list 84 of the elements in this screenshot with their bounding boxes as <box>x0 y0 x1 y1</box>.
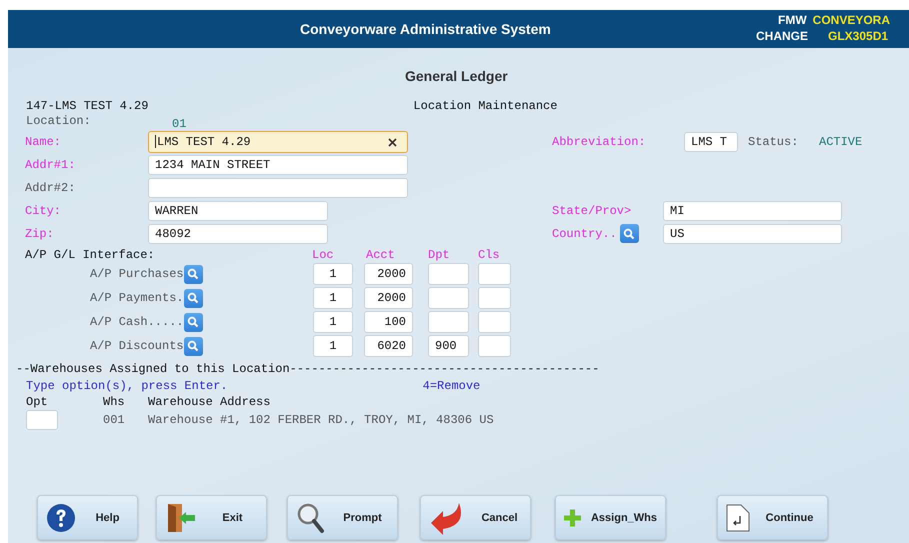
input-field[interactable] <box>478 263 511 285</box>
exit-button[interactable]: Exit <box>156 495 267 540</box>
cancel-button[interactable]: Cancel <box>420 495 531 540</box>
column-header: Acct <box>366 248 395 262</box>
screen-name: Location Maintenance <box>413 99 558 114</box>
input-field[interactable]: 900 <box>428 335 469 357</box>
account-label: A/P Cash..... <box>90 315 184 329</box>
option-field[interactable] <box>26 410 58 430</box>
section-label: A/P G/L Interface: <box>25 248 156 262</box>
column-header: Warehouse Address <box>148 395 270 409</box>
input-field[interactable]: 100 <box>364 311 413 333</box>
account-label: A/P Purchases <box>90 267 184 281</box>
table-cell: Warehouse #1, 102 FERBER RD., TROY, MI, 48306 US <box>148 413 494 427</box>
field-label: Country.. <box>552 226 617 240</box>
search-button[interactable] <box>620 224 639 243</box>
input-field[interactable]: 1 <box>313 311 353 333</box>
field-label: Zip: <box>25 226 55 240</box>
plus-icon <box>564 508 581 528</box>
field-label: Addr#1: <box>25 158 76 172</box>
add-button[interactable]: Assign_Whs <box>555 495 666 540</box>
input-field[interactable] <box>428 311 469 333</box>
search-icon <box>187 268 200 280</box>
search-icon <box>187 340 200 352</box>
input-field[interactable]: 1 <box>313 287 353 309</box>
field-label: Name: <box>25 134 62 148</box>
column-header: Dpt <box>428 248 450 262</box>
input-field[interactable]: 1 <box>313 263 353 285</box>
company-name: 147-LMS TEST 4.29 <box>26 99 148 114</box>
column-header: Whs <box>103 395 126 409</box>
section-heading: --Warehouses Assigned to this Location------------------------------------------- <box>16 362 600 377</box>
location-value: 01 <box>172 117 186 130</box>
input-field[interactable]: LMS TEST 4.29 <box>148 130 408 152</box>
magnifier-icon <box>296 502 326 534</box>
instruction-text: Type option(s), press Enter. <box>26 378 228 392</box>
input-field[interactable]: 1234 MAIN STREET <box>148 154 408 174</box>
input-field[interactable]: 6020 <box>364 335 413 357</box>
door-icon <box>165 502 197 534</box>
input-field[interactable] <box>428 263 469 285</box>
user-label: FMW <box>778 12 807 28</box>
search-button[interactable] <box>184 288 203 308</box>
search-button[interactable] <box>184 336 203 356</box>
user-name: CONVEYORA <box>812 12 890 28</box>
input-field[interactable] <box>148 178 408 198</box>
column-header: Cls <box>478 248 500 262</box>
program-name: GLX305D1 <box>828 28 888 44</box>
prompt-button[interactable]: Prompt <box>287 495 398 540</box>
table-cell-text: 001 <box>103 413 126 427</box>
search-button[interactable] <box>184 264 203 284</box>
search-button[interactable] <box>184 312 203 332</box>
input-field[interactable] <box>478 311 511 333</box>
help-button[interactable]: Help <box>37 495 138 540</box>
input-field[interactable]: 2000 <box>364 287 413 309</box>
field-label: Status: <box>748 134 800 148</box>
search-icon <box>187 316 200 328</box>
input-field[interactable]: MI <box>663 200 842 220</box>
help-icon <box>46 502 76 532</box>
continue-button[interactable]: Continue <box>717 495 828 540</box>
input-field[interactable]: US <box>663 224 842 244</box>
app-title: Conveyorware Administrative System <box>300 21 551 37</box>
field-label: Addr#2: <box>25 180 76 194</box>
option-hint: 4=Remove <box>422 378 480 392</box>
input-field[interactable] <box>478 287 511 309</box>
account-label: A/P Discounts <box>90 339 184 353</box>
column-header: Loc <box>312 248 334 262</box>
input-field[interactable]: LMS T <box>684 132 738 152</box>
input-field[interactable]: WARREN <box>148 200 328 220</box>
field-label: Abbreviation: <box>552 134 647 148</box>
input-field[interactable] <box>478 335 511 357</box>
clear-icon[interactable] <box>388 138 397 146</box>
input-field[interactable]: 1 <box>313 335 353 357</box>
page-return-icon <box>726 504 750 532</box>
field-label: Location: <box>26 114 92 130</box>
search-icon <box>623 228 636 240</box>
mode-label: CHANGE <box>756 28 808 44</box>
input-field[interactable]: 2000 <box>364 263 413 285</box>
field-label: State/Prov> <box>552 204 632 218</box>
field-label: City: <box>25 204 62 218</box>
column-header: Opt <box>26 395 49 409</box>
search-icon <box>187 292 200 304</box>
input-field[interactable]: 48092 <box>148 224 328 244</box>
input-field[interactable] <box>428 287 469 309</box>
page-title: General Ledger <box>405 68 509 86</box>
account-label: A/P Payments. <box>90 291 184 305</box>
status-value: ACTIVE <box>819 134 862 148</box>
